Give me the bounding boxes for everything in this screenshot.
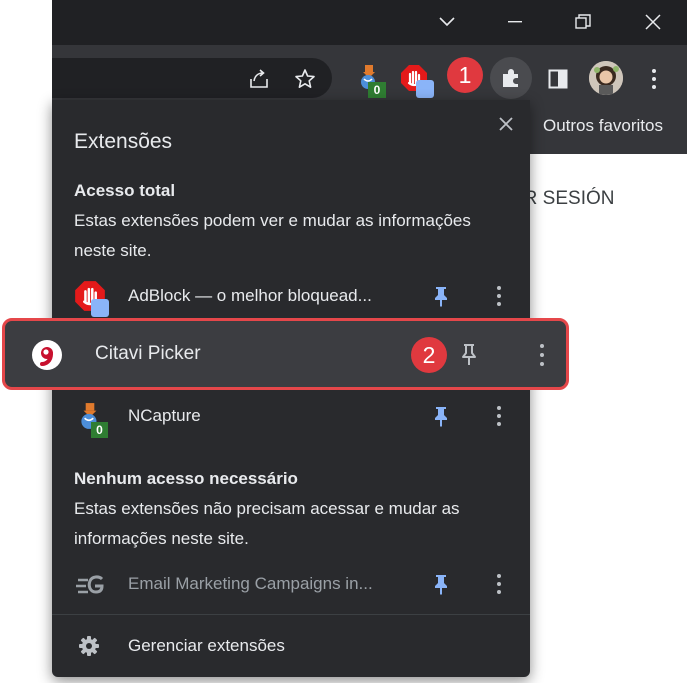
divider: [52, 614, 530, 615]
callout-badge-2: 2: [411, 337, 447, 373]
profile-avatar[interactable]: [589, 61, 623, 95]
more-options-icon[interactable]: [492, 572, 506, 596]
chrome-menu-icon[interactable]: [646, 66, 662, 92]
full-access-heading: Acesso total: [74, 181, 176, 200]
restore-icon[interactable]: [568, 8, 598, 36]
extension-row-adblock[interactable]: AdBlock — o melhor bloquead...: [52, 272, 530, 320]
manage-extensions-label: Gerenciar extensões: [128, 636, 285, 655]
extension-name: NCapture: [128, 406, 201, 425]
extension-name: Email Marketing Campaigns in...: [128, 574, 373, 593]
popup-title: Extensões: [74, 130, 173, 153]
extension-name: AdBlock — o melhor bloquead...: [128, 286, 372, 305]
adblock-icon: [74, 280, 110, 317]
adblock-toolbar-icon[interactable]: [400, 62, 438, 100]
gear-icon: [78, 635, 100, 657]
side-panel-icon[interactable]: [543, 64, 573, 94]
close-window-icon[interactable]: [638, 8, 668, 36]
close-popup-icon[interactable]: [492, 110, 520, 138]
manage-extensions-item[interactable]: Gerenciar extensões: [52, 622, 530, 670]
email-marketing-icon: [74, 568, 110, 604]
share-icon[interactable]: [244, 64, 274, 94]
extension-row-email-marketing[interactable]: Email Marketing Campaigns in...: [52, 560, 530, 608]
more-options-icon[interactable]: [535, 342, 549, 368]
ncapture-badge: 0: [91, 422, 108, 438]
no-access-heading: Nenhum acesso necessário: [74, 469, 298, 488]
ncapture-toolbar-icon[interactable]: 0: [354, 62, 388, 100]
ncapture-icon: 0: [74, 400, 110, 438]
bookmark-star-icon[interactable]: [290, 64, 320, 94]
ncapture-badge: 0: [368, 82, 386, 98]
citavi-icon: [31, 339, 63, 371]
pin-outline-icon[interactable]: [458, 342, 480, 368]
extensions-puzzle-icon[interactable]: [490, 57, 532, 99]
tab-search-icon[interactable]: [432, 8, 462, 36]
no-access-description: Estas extensões não precisam acessar e m…: [74, 499, 460, 548]
pin-icon[interactable]: [430, 572, 452, 596]
pin-icon[interactable]: [430, 284, 452, 308]
extension-name: Citavi Picker: [95, 343, 201, 364]
more-options-icon[interactable]: [492, 284, 506, 308]
extension-row-citavi[interactable]: [2, 318, 569, 390]
more-options-icon[interactable]: [492, 404, 506, 428]
full-access-description: Estas extensões podem ver e mudar as inf…: [74, 211, 471, 260]
callout-badge-1: 1: [447, 57, 483, 93]
other-bookmarks-folder[interactable]: Outros favoritos: [543, 116, 663, 136]
minimize-icon[interactable]: [500, 8, 530, 36]
pin-icon[interactable]: [430, 404, 452, 428]
extension-row-ncapture[interactable]: 0 NCapture: [52, 392, 530, 440]
